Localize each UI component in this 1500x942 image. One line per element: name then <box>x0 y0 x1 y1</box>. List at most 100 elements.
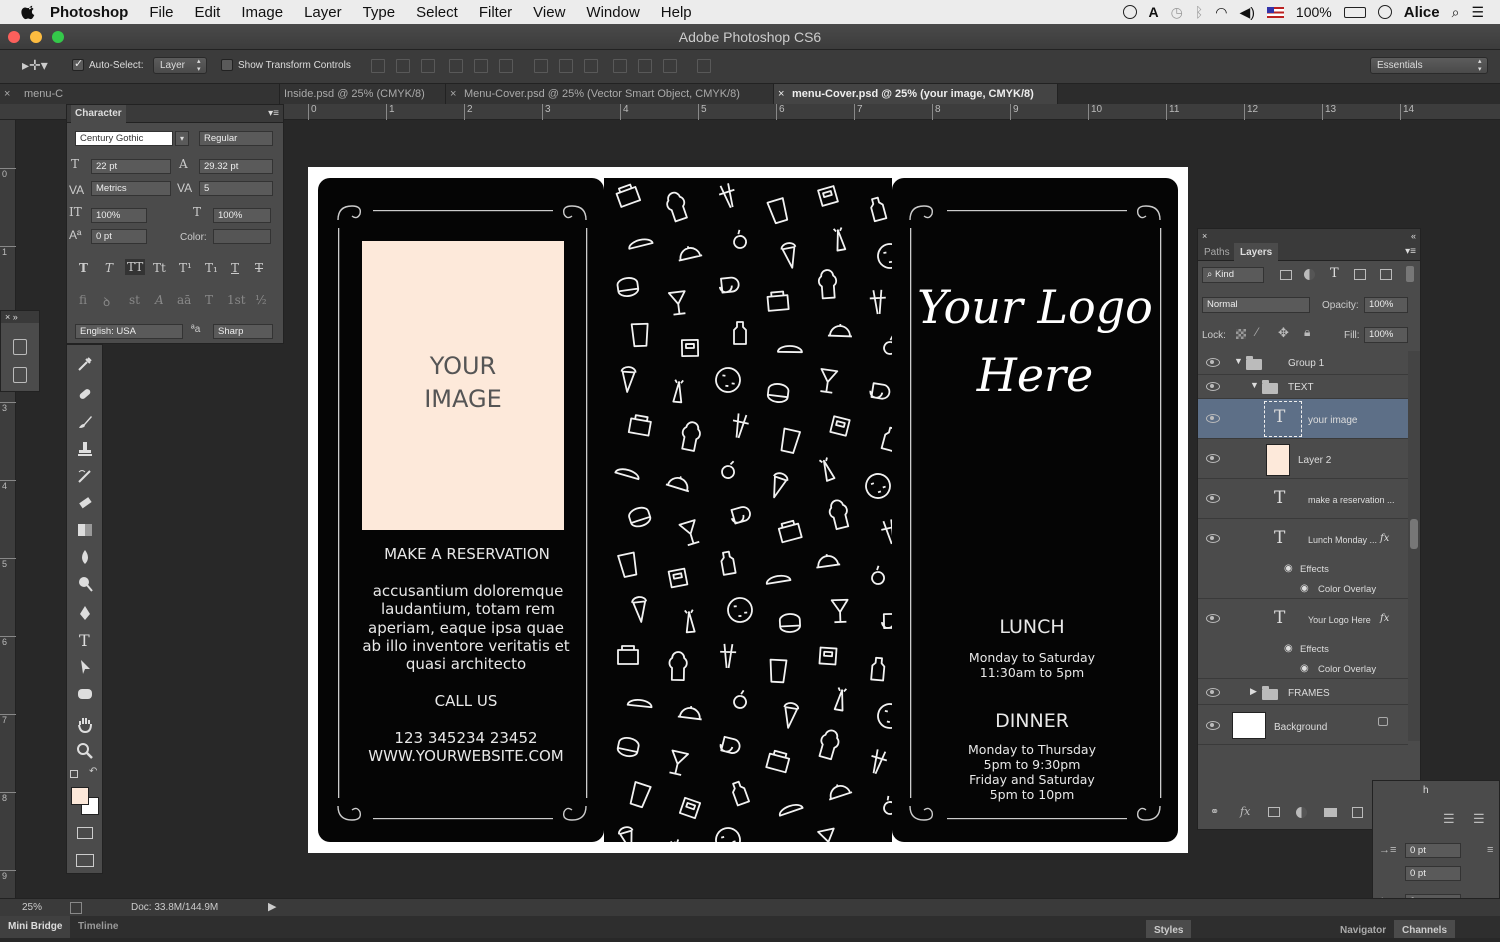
zoom-tool-icon[interactable] <box>76 742 94 760</box>
auto-select-checkbox[interactable]: ✓ <box>72 58 84 71</box>
dodge-tool-icon[interactable] <box>76 575 94 593</box>
tab-menu-c[interactable]: × menu-C <box>0 84 280 104</box>
strikethrough-button[interactable]: T <box>255 261 263 275</box>
effects-eye-icon[interactable]: ◉ <box>1284 563 1293 574</box>
ordinals-button[interactable]: 1st <box>227 293 246 307</box>
tab-layers[interactable]: Layers <box>1234 243 1279 261</box>
fx-icon[interactable]: fx <box>1380 533 1389 544</box>
close-icon[interactable]: × <box>450 84 456 104</box>
workspace-dropdown[interactable]: Essentials <box>1370 57 1488 74</box>
layer-row-text-group[interactable]: ▼ TEXT <box>1198 375 1408 399</box>
collapse-icon[interactable]: « <box>1411 229 1416 243</box>
screen-mode-icon[interactable] <box>76 854 94 867</box>
lock-transparent-icon[interactable] <box>1236 329 1246 339</box>
show-transform-checkbox[interactable] <box>221 59 233 71</box>
menu-view[interactable]: View <box>533 4 565 21</box>
font-family-dropdown-icon[interactable]: ▾ <box>175 131 189 146</box>
auto-select-dropdown[interactable]: Layer <box>153 57 207 74</box>
bluetooth-icon[interactable]: ᛒ <box>1195 4 1203 20</box>
tab-styles[interactable]: Styles <box>1146 920 1192 938</box>
distribute-right-icon[interactable] <box>663 59 677 73</box>
history-brush-tool-icon[interactable] <box>76 467 94 485</box>
lock-position-icon[interactable]: ✥ <box>1278 325 1289 341</box>
wifi-icon[interactable]: ◠ <box>1215 4 1227 21</box>
disclosure-triangle-icon[interactable]: ▼ <box>1250 380 1259 390</box>
menu-select[interactable]: Select <box>416 4 458 21</box>
battery-percent[interactable]: 100% <box>1296 4 1332 20</box>
align-top-icon[interactable] <box>371 59 385 73</box>
new-layer-icon[interactable] <box>1352 807 1363 818</box>
panel-menu-icon[interactable]: ▾≡ <box>268 108 279 119</box>
visibility-eye-icon[interactable] <box>1206 358 1220 367</box>
leading-field[interactable]: 29.32 pt <box>199 159 273 174</box>
stylistic-alternates-button[interactable]: aā <box>177 293 191 307</box>
tab-timeline[interactable]: Timeline <box>70 916 126 938</box>
font-size-field[interactable]: 22 pt <box>91 159 171 174</box>
lock-all-icon[interactable]: 🔒︎ <box>1304 325 1310 340</box>
color-swatch[interactable] <box>213 229 271 244</box>
notes-icon[interactable] <box>13 367 27 383</box>
menu-layer[interactable]: Layer <box>304 4 342 21</box>
close-icon[interactable]: × » <box>1 311 39 323</box>
hand-tool-icon[interactable] <box>76 715 94 733</box>
fx-icon[interactable]: fx <box>1240 805 1250 818</box>
layer-filter-kind[interactable]: ⌕ Kind <box>1202 267 1264 283</box>
color-overlay-row[interactable]: ◉ Color Overlay <box>1198 579 1408 599</box>
superscript-button[interactable]: T¹ <box>179 261 192 275</box>
distribute-left-icon[interactable] <box>613 59 627 73</box>
auto-align-icon[interactable] <box>697 59 711 73</box>
visibility-eye-icon[interactable] <box>1206 454 1220 463</box>
brush-tool-icon[interactable] <box>76 413 94 431</box>
fractions-button[interactable]: ½ <box>255 293 267 307</box>
align-hcenter-icon[interactable] <box>474 59 488 73</box>
character-tab[interactable]: Character <box>71 105 126 123</box>
layer-row-group1[interactable]: ▼ Group 1 <box>1198 351 1408 375</box>
type-tool-icon[interactable]: T <box>76 631 94 649</box>
antialias-dropdown[interactable]: Sharp <box>213 324 273 339</box>
font-style-field[interactable]: Regular <box>199 131 273 146</box>
horizontal-scale-field[interactable]: 100% <box>213 208 271 223</box>
flag-icon[interactable] <box>1266 6 1284 18</box>
tracking-field[interactable]: 5 <box>199 181 273 196</box>
gradient-tool-icon[interactable] <box>76 521 94 539</box>
tab-menu-cover-active[interactable]: × menu-Cover.psd @ 25% (your image, CMYK/… <box>774 84 1058 104</box>
status-icon[interactable] <box>70 902 82 914</box>
visibility-eye-icon[interactable] <box>1206 382 1220 391</box>
filter-type-icon[interactable]: T <box>1330 266 1339 281</box>
distribute-top-icon[interactable] <box>534 59 548 73</box>
volume-icon[interactable]: ◀) <box>1239 4 1254 21</box>
close-window-button[interactable] <box>8 31 20 43</box>
new-group-icon[interactable] <box>1324 808 1337 817</box>
tab-menu-cover-vso[interactable]: × Menu-Cover.psd @ 25% (Vector Smart Obje… <box>446 84 774 104</box>
filter-shape-icon[interactable] <box>1354 269 1366 280</box>
visibility-eye-icon[interactable] <box>1206 494 1220 503</box>
align-vcenter-icon[interactable] <box>396 59 410 73</box>
effects-row[interactable]: ◉ Effects <box>1198 639 1408 659</box>
effect-eye-icon[interactable]: ◉ <box>1300 663 1309 674</box>
titling-button[interactable]: T <box>205 293 213 307</box>
healing-brush-tool-icon[interactable] <box>76 385 94 403</box>
layer-row-your-image[interactable]: T your image <box>1198 399 1408 439</box>
align-left-icon[interactable] <box>449 59 463 73</box>
underline-button[interactable]: T <box>231 261 239 275</box>
blend-mode-dropdown[interactable]: Normal <box>1202 297 1310 313</box>
old-style-button[interactable]: ꝺ <box>103 293 110 310</box>
tab-channels[interactable]: Channels <box>1394 920 1456 938</box>
move-tool-preset-icon[interactable]: ▸✛▾ <box>22 57 48 74</box>
menu-image[interactable]: Image <box>241 4 283 21</box>
document-canvas[interactable]: YOUR IMAGE MAKE A RESERVATION accusantiu… <box>308 167 1188 853</box>
align-bottom-icon[interactable] <box>421 59 435 73</box>
menu-filter[interactable]: Filter <box>479 4 512 21</box>
swap-colors-icon[interactable]: ↶ <box>89 766 97 777</box>
eyedropper-tool-icon[interactable] <box>76 355 94 373</box>
panel-menu-icon[interactable]: ▾≡ <box>1405 246 1416 257</box>
faux-bold-button[interactable]: T <box>79 261 88 275</box>
disclosure-triangle-icon[interactable]: ▶ <box>1250 686 1257 697</box>
menu-app-photoshop[interactable]: Photoshop <box>50 4 128 21</box>
effects-eye-icon[interactable]: ◉ <box>1284 643 1293 654</box>
close-icon[interactable]: × <box>1202 231 1207 241</box>
menu-edit[interactable]: Edit <box>195 4 221 21</box>
zoom-level[interactable]: 25% <box>22 902 42 913</box>
clone-stamp-tool-icon[interactable] <box>76 440 94 458</box>
user-name[interactable]: Alice <box>1404 4 1440 21</box>
